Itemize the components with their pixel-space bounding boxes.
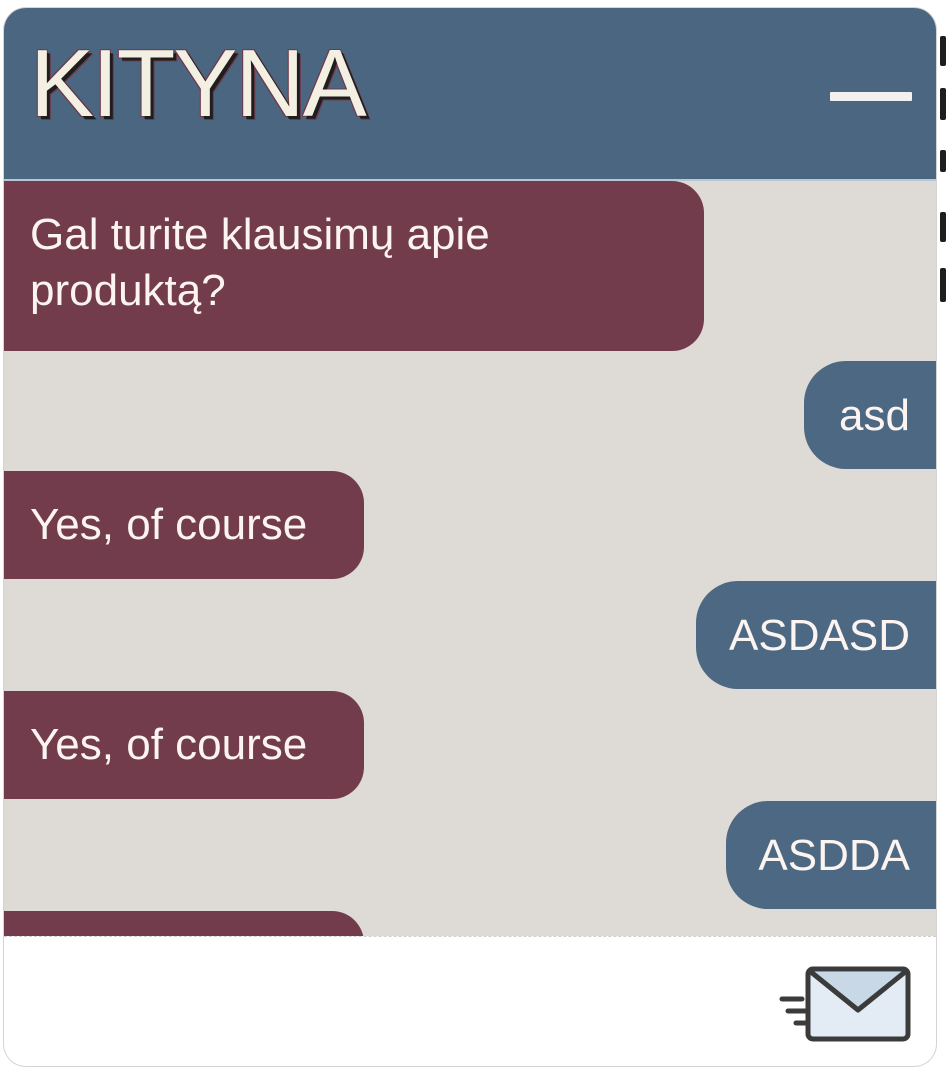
message-composer (4, 936, 936, 1066)
bot-message: Gal turite klausimų apie produktą? (4, 181, 704, 351)
message-input[interactable] (16, 951, 770, 1053)
chat-title: KITYNA (30, 30, 367, 137)
clipped-page-text (938, 0, 948, 1080)
text-fragment (940, 36, 946, 66)
bot-message: Yes, of course (4, 471, 364, 579)
text-fragment (940, 88, 946, 120)
send-mail-icon (779, 966, 911, 1042)
chat-header: KITYNA (4, 8, 936, 181)
minimize-icon (830, 92, 912, 101)
text-fragment (940, 212, 946, 242)
text-fragment (940, 150, 946, 172)
page: KITYNA Gal turite klausimų apie produktą… (0, 0, 948, 1080)
bot-message: Yes, of course (4, 691, 364, 799)
user-message: ASDASD (696, 581, 936, 689)
user-message: ASDDA (726, 801, 936, 909)
send-button[interactable] (778, 963, 914, 1045)
minimize-button[interactable] (822, 68, 922, 128)
text-fragment (940, 268, 946, 302)
chat-widget: KITYNA Gal turite klausimų apie produktą… (4, 8, 936, 1066)
bot-message (4, 911, 364, 936)
message-list[interactable]: Gal turite klausimų apie produktą? asd Y… (4, 181, 936, 936)
user-message: asd (804, 361, 936, 469)
